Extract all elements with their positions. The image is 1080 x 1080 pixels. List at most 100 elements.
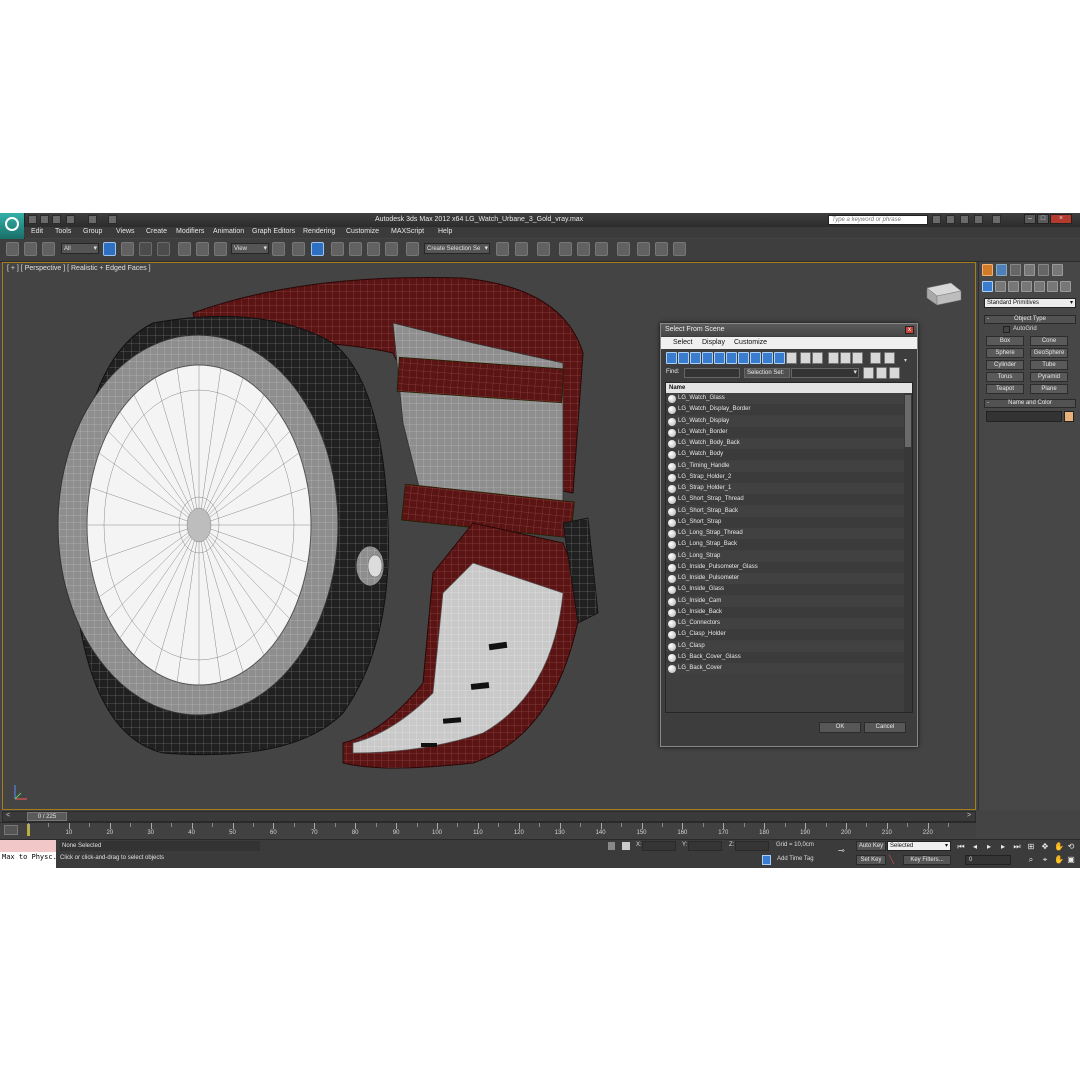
select-scale-icon[interactable] bbox=[214, 242, 227, 256]
display-children-icon[interactable] bbox=[828, 352, 839, 364]
redo-icon[interactable] bbox=[88, 215, 97, 224]
dialog-menu-display[interactable]: Display bbox=[702, 339, 725, 346]
zoom-all-icon[interactable]: ⌖ bbox=[1040, 855, 1050, 865]
cone-button[interactable]: Cone bbox=[1030, 336, 1068, 346]
find-input[interactable] bbox=[684, 368, 740, 378]
track-bar[interactable]: 10 20 30 40 50 60 70 80 90 100 110 120 130 140 150 160 1… bbox=[0, 822, 976, 839]
list-item[interactable]: LG_Short_Strap bbox=[666, 516, 912, 528]
object-color-swatch[interactable] bbox=[1064, 411, 1074, 422]
favorites-icon[interactable] bbox=[974, 215, 983, 224]
link-icon[interactable] bbox=[6, 242, 19, 256]
torus-button[interactable]: Torus bbox=[986, 372, 1024, 382]
undo-icon[interactable] bbox=[66, 215, 75, 224]
menu-animation[interactable]: Animation bbox=[213, 228, 244, 235]
modify-tab-icon[interactable] bbox=[996, 264, 1007, 276]
viewcube[interactable] bbox=[926, 282, 962, 306]
rectangular-selection-icon[interactable] bbox=[139, 242, 152, 256]
menu-rendering[interactable]: Rendering bbox=[303, 228, 335, 235]
pyramid-button[interactable]: Pyramid bbox=[1030, 372, 1068, 382]
cancel-button[interactable]: Cancel bbox=[864, 722, 906, 733]
list-item[interactable]: LG_Watch_Display bbox=[666, 415, 912, 427]
mini-curve-editor-icon[interactable] bbox=[4, 825, 18, 835]
previous-frame-icon[interactable]: ◂ bbox=[970, 842, 980, 852]
reference-coordinate-dropdown[interactable]: View bbox=[231, 243, 269, 254]
menu-create[interactable]: Create bbox=[146, 228, 167, 235]
helpers-icon[interactable] bbox=[1034, 281, 1045, 292]
play-icon[interactable]: ▸ bbox=[984, 842, 994, 852]
communication-icon[interactable] bbox=[960, 215, 969, 224]
geosphere-button[interactable]: GeoSphere bbox=[1030, 348, 1068, 358]
keyboard-shortcut-override-icon[interactable] bbox=[311, 242, 324, 256]
primitive-category-dropdown[interactable]: Standard Primitives bbox=[984, 298, 1076, 308]
list-item[interactable]: LG_Long_Strap_Thread bbox=[666, 528, 912, 539]
list-item[interactable]: LG_Long_Strap bbox=[666, 550, 912, 562]
utilities-tab-icon[interactable] bbox=[1052, 264, 1063, 276]
next-frame-arrow[interactable]: > bbox=[967, 812, 971, 819]
rendered-frame-window-icon[interactable] bbox=[655, 242, 668, 256]
list-item[interactable]: LG_Watch_Glass bbox=[666, 393, 912, 404]
list-item[interactable]: LG_Inside_Back bbox=[666, 606, 912, 618]
list-item[interactable]: LG_Short_Strap_Back bbox=[666, 505, 912, 517]
select-rotate-icon[interactable] bbox=[196, 242, 209, 256]
align-icon[interactable] bbox=[515, 242, 528, 256]
zoom-extents-icon[interactable]: ⊞ bbox=[1026, 842, 1036, 852]
dialog-menu-customize[interactable]: Customize bbox=[734, 339, 767, 346]
next-frame-icon[interactable]: ▸ bbox=[998, 842, 1008, 852]
display-xrefs-icon[interactable] bbox=[750, 352, 761, 364]
lights-icon[interactable] bbox=[1008, 281, 1019, 292]
display-lights-icon[interactable] bbox=[690, 352, 701, 364]
field-of-view-icon[interactable]: ✥ bbox=[1040, 842, 1050, 852]
save-file-icon[interactable] bbox=[52, 215, 61, 224]
auto-key-button[interactable]: Auto Key bbox=[856, 841, 886, 851]
subscription-icon[interactable] bbox=[946, 215, 955, 224]
list-item[interactable]: LG_Watch_Display_Border bbox=[666, 404, 912, 416]
open-file-icon[interactable] bbox=[40, 215, 49, 224]
snaps-toggle-icon[interactable] bbox=[331, 242, 344, 256]
select-children-icon[interactable] bbox=[840, 352, 851, 364]
schematic-view-icon[interactable] bbox=[595, 242, 608, 256]
bind-spacewarp-icon[interactable] bbox=[42, 242, 55, 256]
select-dependents-icon[interactable] bbox=[852, 352, 863, 364]
selection-filter-dropdown[interactable]: All bbox=[61, 243, 99, 254]
close-button[interactable]: × bbox=[1050, 214, 1072, 224]
list-item[interactable]: LG_Connectors bbox=[666, 618, 912, 629]
list-scrollbar-thumb[interactable] bbox=[905, 395, 911, 447]
list-item[interactable]: LG_Strap_Holder_1 bbox=[666, 483, 912, 494]
select-all-icon[interactable] bbox=[800, 352, 811, 364]
menu-graph-editors[interactable]: Graph Editors bbox=[252, 228, 295, 235]
edit-named-selection-icon[interactable] bbox=[406, 242, 419, 256]
orbit-icon[interactable]: ⟲ bbox=[1066, 842, 1076, 852]
shapes-icon[interactable] bbox=[995, 281, 1006, 292]
object-list[interactable]: Name LG_Watch_Glass LG_Watch_Display_Bord… bbox=[665, 382, 913, 713]
current-frame-input[interactable]: 0 bbox=[965, 855, 1011, 865]
time-slider-handle[interactable]: 0 / 225 bbox=[27, 812, 67, 821]
absolute-mode-icon[interactable] bbox=[622, 842, 630, 850]
display-geometry-icon[interactable] bbox=[666, 352, 677, 364]
hierarchy-tab-icon[interactable] bbox=[1010, 264, 1021, 276]
add-to-selection-set-icon[interactable] bbox=[876, 367, 887, 379]
percent-snap-icon[interactable] bbox=[367, 242, 380, 256]
menu-maxscript[interactable]: MAXScript bbox=[391, 228, 424, 235]
display-cameras-icon[interactable] bbox=[702, 352, 713, 364]
x-coordinate-input[interactable] bbox=[642, 841, 676, 851]
menu-modifiers[interactable]: Modifiers bbox=[176, 228, 204, 235]
remove-from-selection-set-icon[interactable] bbox=[889, 367, 900, 379]
go-to-start-icon[interactable]: ⏮ bbox=[956, 842, 966, 852]
list-item[interactable]: LG_Inside_Glass bbox=[666, 584, 912, 596]
menu-help[interactable]: Help bbox=[438, 228, 452, 235]
application-button[interactable] bbox=[0, 213, 25, 239]
graphite-ribbon-icon[interactable] bbox=[559, 242, 572, 256]
angle-snap-icon[interactable] bbox=[349, 242, 362, 256]
list-item[interactable]: LG_Watch_Body bbox=[666, 449, 912, 461]
cameras-icon[interactable] bbox=[1021, 281, 1032, 292]
search-icon[interactable] bbox=[932, 215, 941, 224]
list-item[interactable]: LG_Watch_Body_Back bbox=[666, 438, 912, 449]
named-selection-dropdown[interactable]: Create Selection Se bbox=[424, 243, 490, 254]
menu-group[interactable]: Group bbox=[83, 228, 102, 235]
selection-set-dropdown[interactable] bbox=[791, 368, 859, 378]
sphere-button[interactable]: Sphere bbox=[986, 348, 1024, 358]
material-editor-icon[interactable] bbox=[617, 242, 630, 256]
list-item[interactable]: LG_Long_Strap_Back bbox=[666, 539, 912, 551]
maximize-viewport-icon[interactable]: ▣ bbox=[1066, 855, 1076, 865]
tube-button[interactable]: Tube bbox=[1030, 360, 1068, 370]
